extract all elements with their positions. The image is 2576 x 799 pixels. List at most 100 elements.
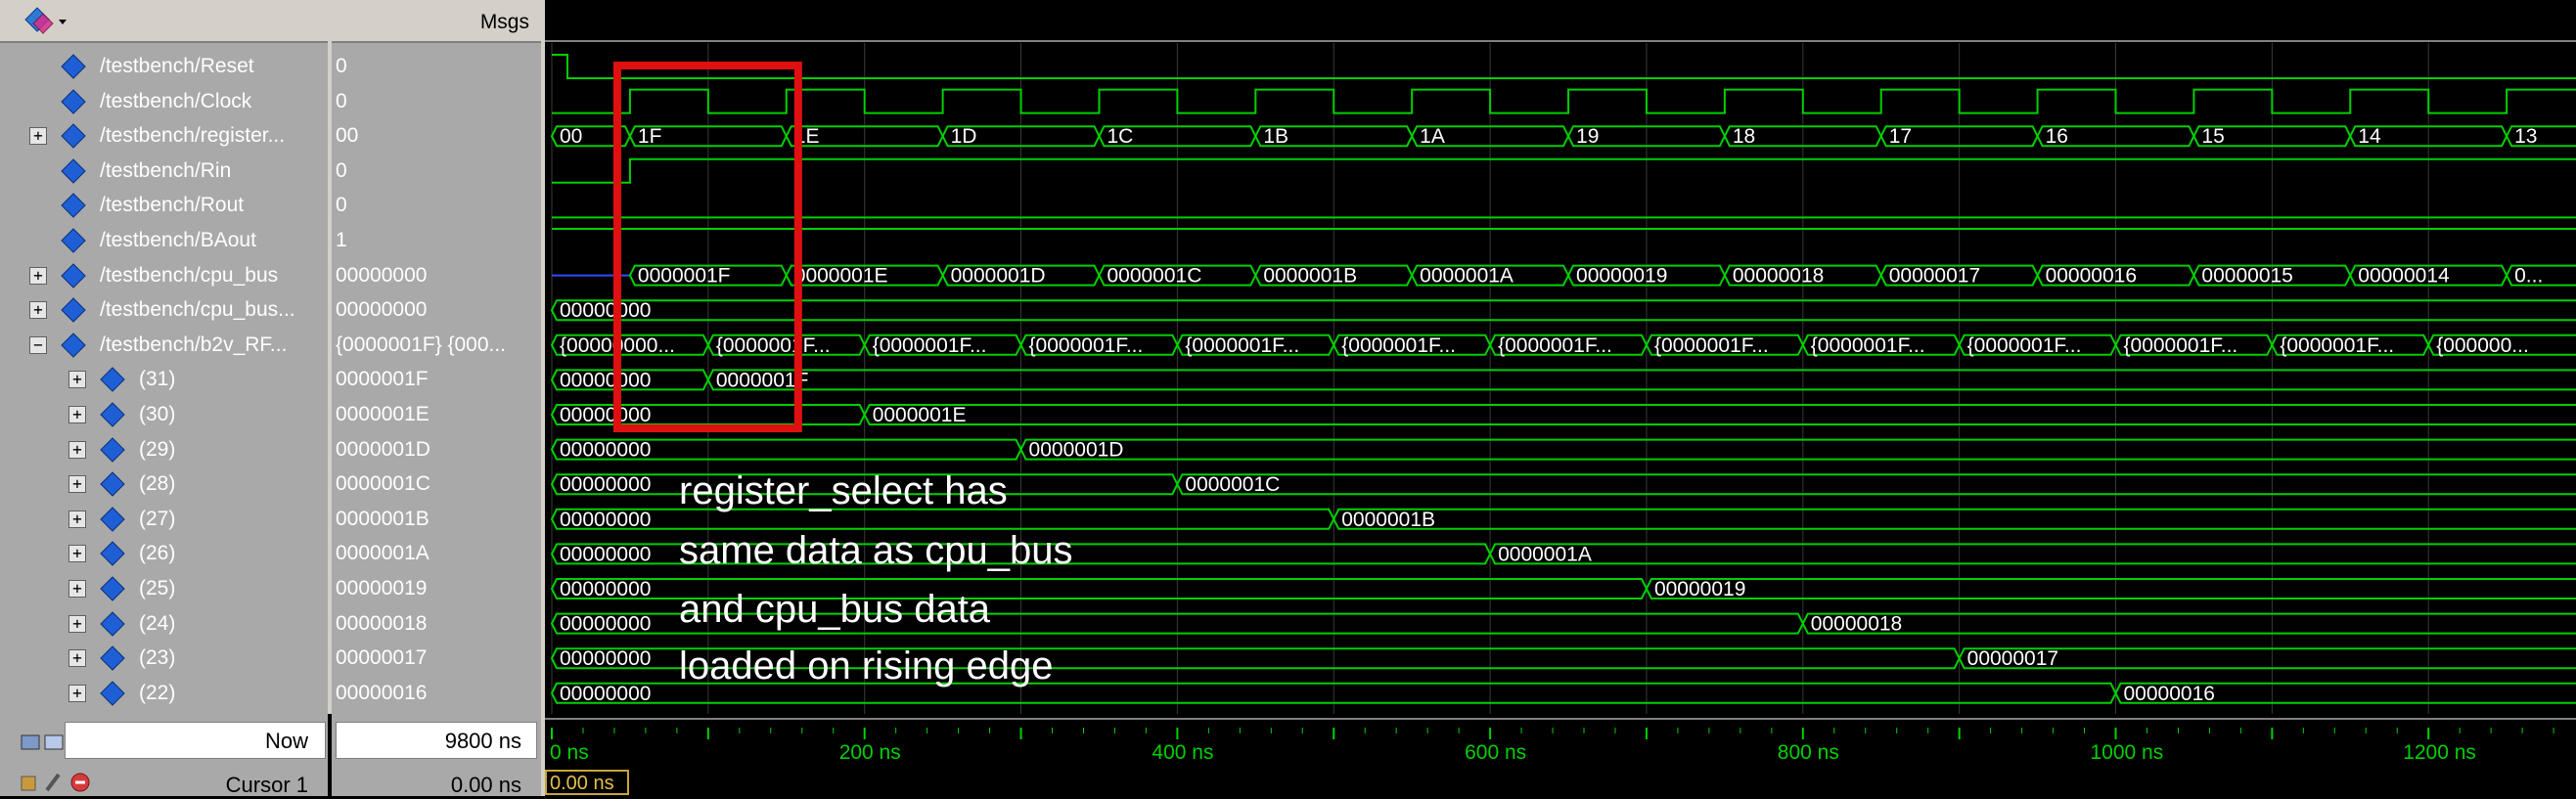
register-new-segment (1803, 614, 2576, 634)
register-select-label: 13 (2514, 125, 2537, 148)
rf-array-label: {0000001F... (2124, 334, 2238, 357)
expand-icon[interactable]: + (68, 685, 86, 702)
register-new-segment (1177, 474, 2576, 494)
signal-row[interactable]: /testbench/Clock (0, 84, 328, 119)
signal-row[interactable]: + (31) (0, 362, 328, 397)
signal-row[interactable]: −/testbench/b2v_RF... (0, 328, 328, 363)
signal-name: /testbench/Rin (100, 159, 231, 183)
register-new-label: 00000019 (1654, 578, 1745, 600)
signal-name: /testbench/cpu_bus (100, 264, 278, 288)
cpu-bus-label: 0000001B (1263, 265, 1357, 288)
signal-diamond-icon (61, 89, 86, 114)
register-new-segment (708, 370, 2576, 389)
register-select-label: 18 (1733, 125, 1755, 148)
signal-diamond-icon (100, 367, 125, 392)
ruler-tick-label: 1000 ns (2091, 741, 2164, 764)
signal-row[interactable]: /testbench/Rin (0, 154, 328, 189)
cpu-bus-label: 00000014 (2358, 265, 2450, 288)
signal-name: (22) (139, 682, 175, 705)
signal-diamond-icon (61, 158, 86, 184)
cursor-label: Cursor 1 (39, 773, 308, 798)
signal-row[interactable]: + (24) (0, 606, 328, 642)
signal-row[interactable]: /testbench/Rout (0, 188, 328, 223)
register-initial-label: 00000000 (560, 404, 651, 426)
expand-icon[interactable]: + (29, 267, 47, 285)
signal-row[interactable]: + /testbench/cpu_bus (0, 258, 328, 293)
expand-icon[interactable]: + (29, 301, 47, 319)
signal-name: (28) (139, 472, 175, 496)
cpu-bus-out-label: 00000000 (560, 299, 651, 322)
signal-value: 0000001E (336, 403, 429, 438)
rf-array-label: {0000001F... (1498, 334, 1612, 357)
cpu-bus-label: 00000017 (1889, 265, 1980, 288)
expand-icon[interactable]: + (68, 615, 86, 633)
signal-row[interactable]: + (28) (0, 466, 328, 502)
signal-value: 1 (336, 229, 347, 264)
signal-name: (31) (139, 368, 175, 391)
wave-window: /testbench/Reset/testbench/Clock+/testbe… (0, 0, 2576, 796)
cpu-bus-label: 0000001A (1420, 265, 1514, 288)
now-label: Now (39, 729, 308, 754)
names-header (0, 0, 328, 43)
signal-value: 00000017 (336, 646, 427, 682)
cpu-bus-label: 0000001C (1107, 265, 1201, 288)
signal-row[interactable]: +/testbench/register... (0, 118, 328, 154)
signal-row[interactable]: + (27) (0, 502, 328, 537)
signal-row[interactable]: +(30) (0, 397, 328, 432)
expand-icon[interactable]: + (68, 545, 86, 562)
ruler-tick-label: 1200 ns (2403, 741, 2476, 764)
signal-name: (27) (139, 508, 175, 531)
signal-row[interactable]: /testbench/BAout (0, 223, 328, 258)
signal-row[interactable]: +(25) (0, 571, 328, 606)
register-select-label: 15 (2201, 125, 2224, 148)
expand-icon[interactable]: + (29, 127, 47, 145)
expand-icon[interactable]: + (68, 475, 86, 493)
register-new-segment (865, 405, 2576, 424)
annotation-line: register_select has (679, 469, 1008, 513)
signal-value: 00000000 (336, 264, 427, 299)
timeline-labels-panel: + Now Cursor 1 (0, 714, 328, 796)
rf-array-label: {0000001F... (1654, 334, 1769, 357)
cpu-bus-label: 0... (2514, 265, 2543, 288)
signal-name: (24) (139, 612, 175, 636)
timeline-values-panel: 9800 ns 0.00 ns (332, 714, 541, 796)
signal-diamond-icon (100, 645, 125, 671)
register-new-label: 0000001D (1029, 439, 1124, 462)
signal-name: (26) (139, 542, 175, 565)
signal-value: 0000001B (336, 508, 429, 543)
expand-icon[interactable]: + (68, 510, 86, 528)
cpu-bus-label: 00000015 (2201, 265, 2292, 288)
signal-diamond-icon (61, 333, 86, 358)
ruler-tick-label: 0 ns (550, 741, 589, 764)
cpu-bus-label: 00000019 (1576, 265, 1667, 288)
register-select-label: 1F (638, 125, 662, 148)
expand-icon[interactable]: + (68, 406, 86, 423)
register-select-label: 16 (2046, 125, 2068, 148)
wave-toolbar-icon[interactable] (23, 6, 68, 40)
expand-icon[interactable]: + (68, 580, 86, 598)
register-initial-label: 00000000 (560, 647, 651, 670)
signal-diamond-icon (61, 228, 86, 253)
signal-row[interactable]: + (22) (0, 676, 328, 711)
expand-icon[interactable]: + (68, 441, 86, 459)
timeline-ruler[interactable]: 0 ns200 ns400 ns600 ns800 ns1000 ns1200 … (545, 714, 2576, 796)
register-select-label: 00 (560, 125, 582, 148)
register-new-segment (1647, 579, 2576, 599)
clock-wave (552, 90, 2576, 113)
signal-row[interactable]: +/testbench/cpu_bus... (0, 292, 328, 328)
ruler-tick-label: 400 ns (1152, 741, 1213, 764)
signal-row[interactable]: + (26) (0, 536, 328, 571)
rf-array-label: {0000001F... (1029, 334, 1144, 357)
register-select-label: 17 (1889, 125, 1912, 148)
register-initial-label: 00000000 (560, 473, 651, 496)
signal-row[interactable]: /testbench/Reset (0, 49, 328, 84)
signal-row[interactable]: +(23) (0, 641, 328, 676)
signal-diamond-icon (61, 54, 86, 79)
annotation-line: loaded on rising edge (679, 644, 1054, 688)
collapse-icon[interactable]: − (29, 336, 47, 354)
expand-icon[interactable]: + (68, 371, 86, 388)
signal-row[interactable]: +(29) (0, 432, 328, 467)
expand-icon[interactable]: + (68, 649, 86, 667)
register-initial-label: 00000000 (560, 369, 651, 391)
rf-array-label: {0000001F... (1341, 334, 1456, 357)
